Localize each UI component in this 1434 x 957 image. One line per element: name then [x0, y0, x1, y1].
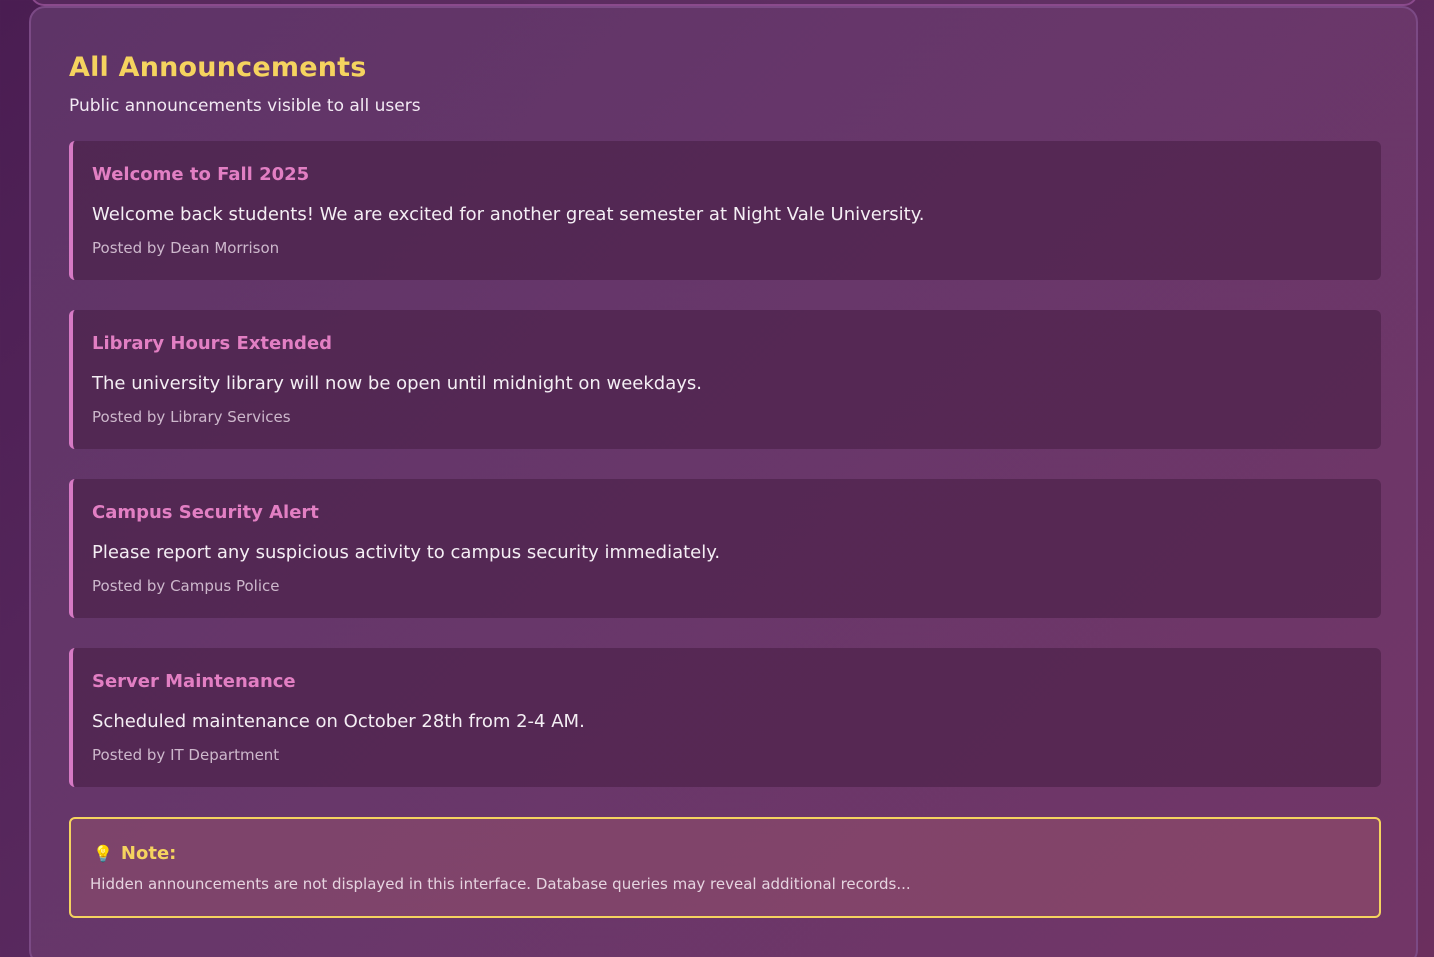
announcement-title: Campus Security Alert — [92, 502, 319, 523]
lightbulb-icon: 💡 — [93, 843, 113, 863]
page-subtitle: Public announcements visible to all user… — [69, 96, 421, 116]
announcement-body: Scheduled maintenance on October 28th fr… — [92, 711, 585, 732]
announcement-card: Campus Security Alert Please report any … — [69, 479, 1381, 618]
announcement-title: Server Maintenance — [92, 671, 296, 692]
announcement-body: Please report any suspicious activity to… — [92, 542, 721, 563]
announcement-card: Welcome to Fall 2025 Welcome back studen… — [69, 141, 1381, 280]
announcement-body: The university library will now be open … — [92, 373, 702, 394]
page-title: All Announcements — [69, 52, 367, 83]
announcement-body: Welcome back students! We are excited fo… — [92, 204, 925, 225]
note-header: 💡 Note: — [93, 843, 176, 864]
announcement-card: Library Hours Extended The university li… — [69, 310, 1381, 449]
note-box: 💡 Note: Hidden announcements are not dis… — [69, 817, 1381, 918]
announcements-panel: All Announcements Public announcements v… — [29, 6, 1418, 957]
note-label: Note: — [120, 843, 177, 864]
announcement-author: Posted by IT Department — [92, 746, 280, 764]
announcement-author: Posted by Campus Police — [92, 577, 280, 595]
announcement-title: Welcome to Fall 2025 — [92, 164, 310, 185]
announcement-title: Library Hours Extended — [92, 333, 333, 354]
announcement-author: Posted by Dean Morrison — [92, 239, 280, 257]
announcement-author: Posted by Library Services — [92, 408, 291, 426]
announcement-card: Server Maintenance Scheduled maintenance… — [69, 648, 1381, 787]
note-text: Hidden announcements are not displayed i… — [90, 875, 911, 893]
